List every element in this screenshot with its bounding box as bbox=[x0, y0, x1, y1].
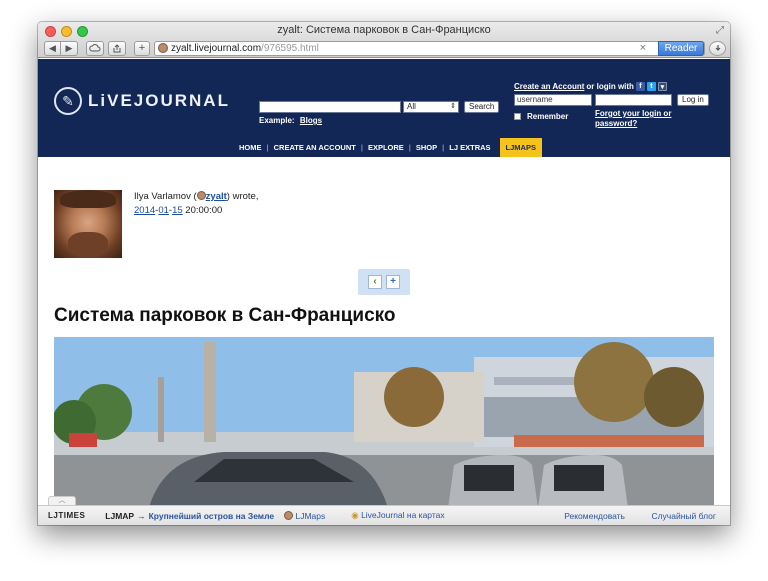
date-day-link[interactable]: 15 bbox=[172, 205, 183, 216]
post-time: 20:00:00 bbox=[185, 205, 223, 216]
share-icon bbox=[113, 43, 121, 52]
window-title: zyalt: Система парковок в Сан-Франциско bbox=[277, 24, 491, 36]
download-icon bbox=[715, 45, 720, 51]
logo-text: LiVEJOURNAL bbox=[88, 91, 230, 110]
previous-entry-icon[interactable]: ‹ bbox=[368, 275, 382, 289]
remember-me[interactable]: Remember bbox=[514, 112, 568, 121]
site-header: ✎ LiVEJOURNAL All ⇕ Search Example: Blog… bbox=[38, 59, 730, 157]
ljmaps-link[interactable]: LJMaps bbox=[284, 510, 326, 521]
user-icon[interactable] bbox=[196, 191, 206, 200]
back-button[interactable]: ◀ bbox=[44, 40, 61, 56]
example-label: Example: bbox=[259, 116, 295, 125]
arrow-right-icon: → bbox=[137, 510, 146, 521]
onmap-label: LiveJournal на картах bbox=[361, 510, 445, 520]
site-favicon-icon bbox=[158, 43, 168, 53]
title-bar: zyalt: Система парковок в Сан-Франциско … bbox=[38, 22, 730, 58]
downloads-button[interactable] bbox=[709, 40, 726, 56]
icloud-tabs-button[interactable] bbox=[86, 40, 104, 56]
remember-checkbox[interactable] bbox=[514, 113, 521, 120]
author-name: Ilya Varlamov ( bbox=[134, 191, 197, 202]
clear-url-icon[interactable]: × bbox=[640, 42, 646, 54]
author-username-link[interactable]: zyalt bbox=[206, 191, 227, 202]
search-input[interactable] bbox=[259, 101, 401, 113]
select-arrows-icon: ⇕ bbox=[450, 103, 456, 110]
recommend-link[interactable]: Рекомендовать bbox=[564, 511, 625, 521]
nav-home[interactable]: HOME bbox=[234, 143, 267, 152]
password-field[interactable] bbox=[595, 94, 672, 106]
avatar-beard bbox=[68, 232, 108, 258]
date-year-link[interactable]: 2014 bbox=[134, 205, 155, 216]
remember-label: Remember bbox=[527, 112, 569, 121]
author-line: Ilya Varlamov ( zyalt) wrote, bbox=[134, 190, 258, 204]
ljmaps-link-label: LJMaps bbox=[295, 510, 326, 521]
search-example: Example: Blogs bbox=[259, 116, 322, 125]
entry-navigation: ‹ + bbox=[358, 269, 410, 295]
wrote-text: ) wrote, bbox=[226, 191, 259, 202]
main-nav: HOME | CREATE AN ACCOUNT | EXPLORE | SHO… bbox=[234, 138, 542, 157]
avatar-hair bbox=[60, 190, 116, 208]
more-providers-dropdown-icon[interactable]: ▾ bbox=[657, 82, 667, 91]
search-scope-select[interactable]: All ⇕ bbox=[403, 101, 459, 113]
login-button[interactable]: Log in bbox=[677, 94, 709, 106]
nav-lj-extras[interactable]: LJ EXTRAS bbox=[444, 143, 495, 152]
facebook-icon[interactable]: f bbox=[635, 82, 645, 91]
url-path: /976595.html bbox=[261, 42, 319, 54]
twitter-icon[interactable]: t bbox=[646, 82, 656, 91]
ljmap-article-link[interactable]: Крупнейший остров на Земле bbox=[149, 511, 275, 521]
fullscreen-icon[interactable]: ⤢ bbox=[716, 25, 724, 36]
nav-ljmaps[interactable]: LJMAPS bbox=[499, 138, 542, 157]
share-button[interactable] bbox=[108, 40, 126, 56]
example-link[interactable]: Blogs bbox=[300, 116, 322, 125]
nav-explore[interactable]: EXPLORE bbox=[363, 143, 409, 152]
post-title: Система парковок в Сан-Франциско bbox=[54, 305, 396, 326]
map-pin-icon: ◉ bbox=[351, 510, 359, 520]
nav-shop[interactable]: SHOP bbox=[411, 143, 442, 152]
search-form: All ⇕ Search bbox=[259, 101, 500, 113]
create-account-link[interactable]: Create an Account bbox=[514, 82, 584, 91]
post-date: 2014-01-15 20:00:00 bbox=[134, 205, 223, 216]
random-blog-link[interactable]: Случайный блог bbox=[651, 511, 716, 521]
browser-toolbar: ◀ ▶ + zyalt.livejournal.com /976595.html… bbox=[44, 40, 726, 56]
cloud-icon bbox=[89, 44, 101, 52]
livejournal-on-map-link[interactable]: ◉ LiveJournal на картах bbox=[351, 510, 444, 521]
ljtimes-logo[interactable]: LJTIMES bbox=[48, 511, 85, 520]
add-to-memories-icon[interactable]: + bbox=[386, 275, 400, 289]
ljmap-label: LJMAP bbox=[105, 510, 135, 521]
username-field[interactable]: username bbox=[514, 94, 592, 106]
pencil-logo-icon: ✎ bbox=[54, 87, 82, 115]
url-host: zyalt.livejournal.com bbox=[171, 42, 262, 54]
lj-bottom-bar: LJTIMES LJMAP → Крупнейший остров на Зем… bbox=[38, 505, 730, 525]
date-month-link[interactable]: 01 bbox=[158, 205, 169, 216]
post-photo[interactable] bbox=[54, 337, 714, 505]
browser-window: zyalt: Система парковок в Сан-Франциско … bbox=[38, 22, 730, 525]
login-prompt: Create an Account or login with f t ▾ bbox=[514, 82, 667, 91]
street-photo-illustration bbox=[54, 337, 714, 505]
post-content: Ilya Varlamov ( zyalt) wrote, 2014-01-15 … bbox=[38, 157, 730, 505]
address-bar[interactable]: zyalt.livejournal.com /976595.html × Rea… bbox=[154, 40, 705, 56]
nav-create-account[interactable]: CREATE AN ACCOUNT bbox=[269, 143, 361, 152]
forward-button[interactable]: ▶ bbox=[61, 40, 78, 56]
reader-button[interactable]: Reader bbox=[658, 40, 704, 56]
login-with-text: or login with bbox=[586, 82, 634, 91]
scroll-up-tab[interactable]: ︿ bbox=[48, 496, 76, 505]
post-byline: Ilya Varlamov ( zyalt) wrote, 2014-01-15 … bbox=[134, 190, 258, 218]
user-icon bbox=[284, 510, 294, 520]
author-avatar[interactable] bbox=[54, 190, 122, 258]
new-tab-button[interactable]: + bbox=[134, 40, 150, 56]
search-button[interactable]: Search bbox=[464, 101, 500, 113]
livejournal-logo[interactable]: ✎ LiVEJOURNAL bbox=[54, 87, 230, 115]
history-nav: ◀ ▶ bbox=[44, 40, 78, 56]
forgot-password-link[interactable]: Forgot your login or password? bbox=[595, 109, 675, 129]
search-scope-value: All bbox=[407, 102, 416, 111]
